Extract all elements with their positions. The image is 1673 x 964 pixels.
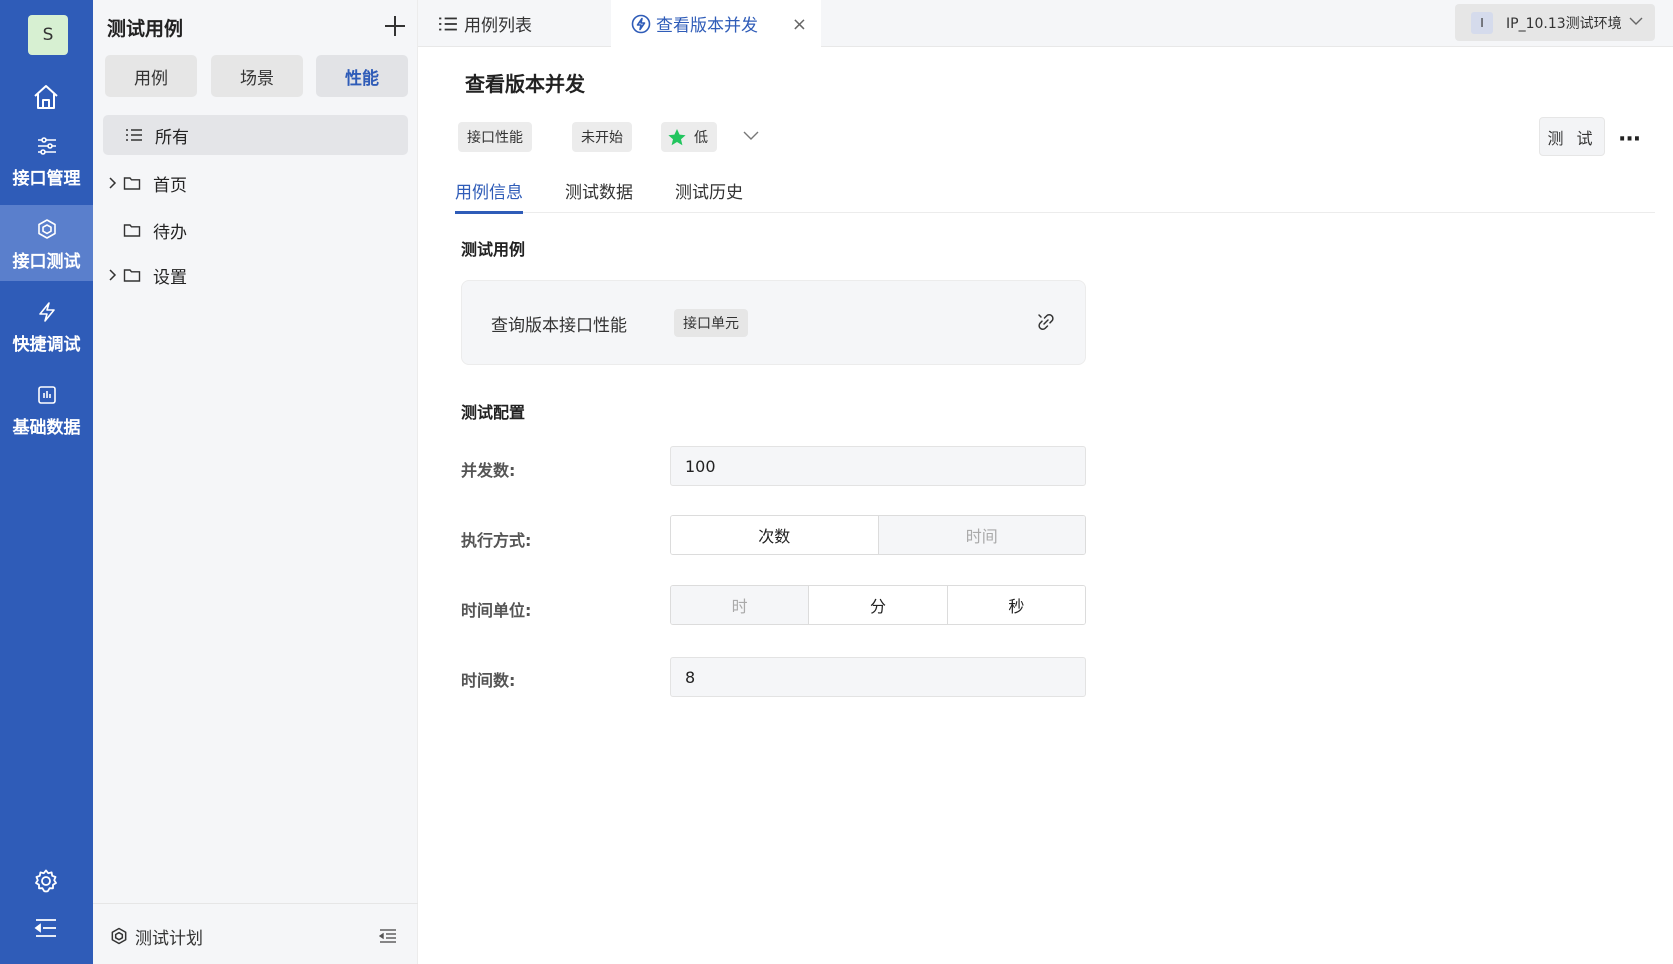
sliders-icon [37,137,56,155]
close-icon[interactable]: × [792,14,807,35]
exec-mode-count[interactable]: 次数 [671,516,878,554]
exec-mode-time[interactable]: 时间 [877,516,1085,554]
type-tag: 接口性能 [458,122,532,152]
more-options-icon[interactable]: ··· [1618,127,1641,152]
nav-label: 接口测试 [12,252,81,272]
lightning-icon [38,302,55,322]
nav-item-base-data[interactable]: 基础数据 [0,371,93,447]
section-title-test-config: 测试配置 [461,403,526,422]
cube-icon [37,219,56,239]
segment-performance[interactable]: 性能 [316,55,408,97]
add-icon[interactable] [383,13,407,39]
time-unit-radio: 时 分 秒 [670,585,1086,625]
lightning-circle-icon [631,14,651,33]
test-plan-label: 测试计划 [135,929,203,949]
status-badge: 未开始 [572,122,632,152]
tab-label: 查看版本并发 [656,16,758,36]
concurrency-label: 并发数: [461,461,516,480]
environment-name: IP_10.13测试环境 [1506,15,1622,32]
segment-scenes[interactable]: 场景 [211,55,303,97]
avatar[interactable]: S [28,15,68,55]
cube-icon [111,927,127,945]
case-detail: 查看版本并发 接口性能 未开始 低 测 试 ··· 用例信息 测试数据 测试历史… [418,47,1673,964]
chevron-down-icon[interactable] [743,129,759,141]
priority-label: 低 [694,130,708,146]
gear-icon[interactable] [33,868,59,894]
nav-item-quick-debug[interactable]: 快捷调试 [0,288,93,364]
tab-label: 用例列表 [464,16,532,36]
tab-case-list[interactable]: 用例列表 [438,0,628,47]
collapse-panel-icon[interactable] [379,928,397,944]
tab-test-data[interactable]: 测试数据 [565,178,633,213]
star-icon [668,128,686,145]
list-icon [439,17,457,30]
tab-test-history[interactable]: 测试历史 [675,178,743,213]
left-nav: S 接口管理 接口测试 快捷调试 基础数据 [0,0,93,964]
collapse-menu-icon[interactable] [33,916,59,940]
tree-item-label: 首页 [153,175,187,196]
nav-label: 接口管理 [12,169,81,189]
test-plan-footer[interactable]: 测试计划 [93,903,418,964]
case-tree-panel: 测试用例 用例 场景 性能 所有 首页 待办 设置 测试计划 [93,0,418,964]
page-title: 查看版本并发 [465,72,585,96]
segment-cases[interactable]: 用例 [105,55,197,97]
chevron-right-icon[interactable] [107,268,119,282]
folder-icon [123,177,141,190]
exec-mode-label: 执行方式: [461,531,532,550]
time-unit-label: 时间单位: [461,601,532,620]
tree-item-label: 待办 [153,222,187,243]
time-unit-hour[interactable]: 时 [671,586,809,624]
tab-view-version-concurrency[interactable]: 查看版本并发 × [611,0,821,47]
section-title-test-case: 测试用例 [461,240,526,259]
unlink-icon[interactable] [1037,313,1055,331]
chevron-down-icon [1629,17,1643,25]
folder-icon [123,224,141,237]
tab-case-info[interactable]: 用例信息 [455,178,523,214]
case-type-tag: 接口单元 [674,309,748,337]
nav-label: 基础数据 [12,418,81,438]
duration-label: 时间数: [461,671,516,690]
priority-selector[interactable]: 低 [661,122,717,152]
time-unit-minute[interactable]: 分 [808,586,947,624]
test-button[interactable]: 测 试 [1539,117,1605,156]
concurrency-input[interactable]: 100 [670,446,1086,486]
environment-badge: I [1471,11,1493,34]
linked-case-card: 查询版本接口性能 接口单元 [461,280,1086,365]
folder-icon [123,269,141,282]
tree-item-all[interactable]: 所有 [103,115,408,155]
nav-label: 快捷调试 [12,335,81,355]
home-icon[interactable] [31,82,61,112]
environment-selector[interactable]: I IP_10.13测试环境 [1455,4,1655,41]
tree-item-label: 设置 [153,267,187,288]
tree-item-label: 所有 [155,127,189,148]
nav-item-api-test[interactable]: 接口测试 [0,205,93,281]
panel-title: 测试用例 [107,18,184,40]
tree-item-home[interactable]: 首页 [103,163,408,203]
detail-tabs: 用例信息 测试数据 测试历史 [455,178,1655,214]
chart-box-icon [37,386,56,404]
chevron-right-icon[interactable] [107,176,119,190]
tree-item-settings[interactable]: 设置 [103,255,408,295]
nav-item-api-management[interactable]: 接口管理 [0,122,93,198]
time-unit-second[interactable]: 秒 [946,586,1085,624]
exec-mode-radio: 次数 时间 [670,515,1086,555]
tree-item-todo[interactable]: 待办 [103,210,408,250]
list-icon [126,129,142,141]
case-name: 查询版本接口性能 [491,316,627,336]
tab-bar: 用例列表 查看版本并发 × I IP_10.13测试环境 [418,0,1673,47]
duration-input[interactable]: 8 [670,657,1086,697]
